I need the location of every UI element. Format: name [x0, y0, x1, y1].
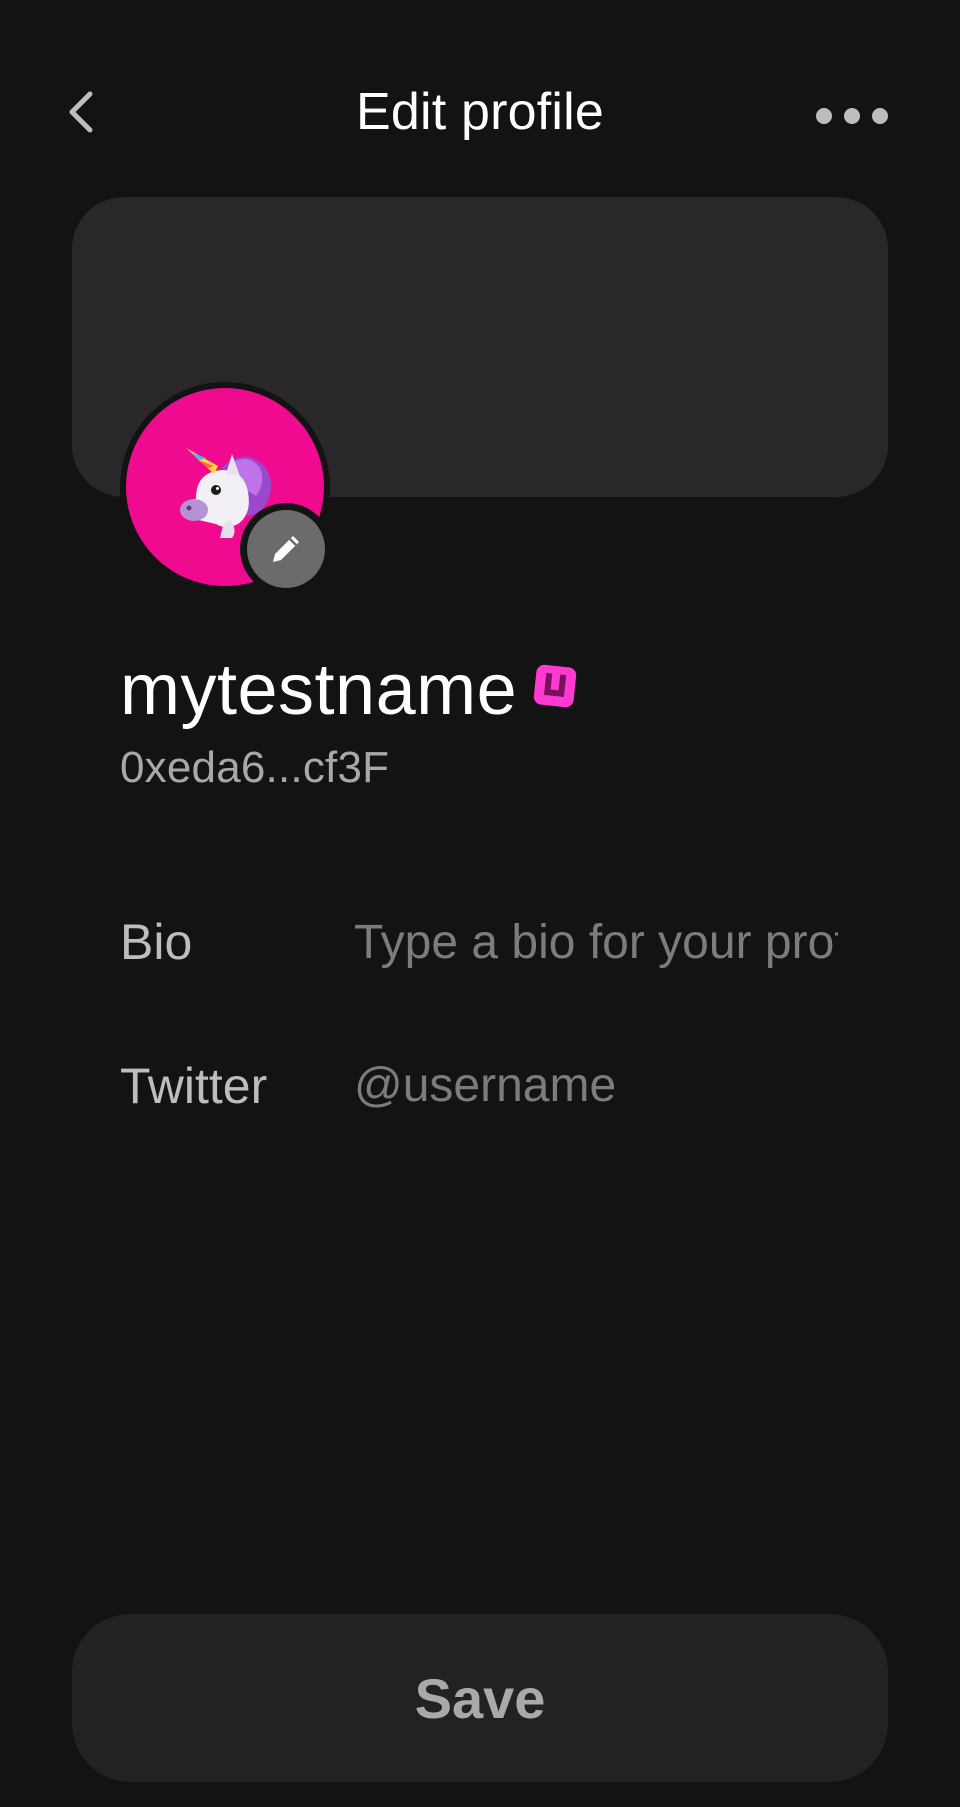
bio-input[interactable]: [354, 910, 838, 974]
pencil-icon: [273, 536, 299, 562]
username: mytestname: [120, 650, 518, 730]
more-options-button[interactable]: [808, 96, 888, 136]
verified-badge-icon: [533, 664, 577, 708]
bio-label: Bio: [120, 914, 193, 970]
twitter-label: Twitter: [120, 1058, 268, 1114]
twitter-input[interactable]: [354, 1053, 838, 1117]
wallet-address[interactable]: 0xeda6...cf3F: [120, 742, 389, 794]
edit-avatar-button[interactable]: [240, 503, 332, 595]
header-bar: Edit profile: [0, 60, 960, 164]
edit-avatar-circle: [247, 510, 325, 588]
more-horizontal-icon: [816, 108, 888, 124]
username-row: mytestname: [120, 650, 579, 730]
save-button[interactable]: Save: [72, 1614, 888, 1782]
